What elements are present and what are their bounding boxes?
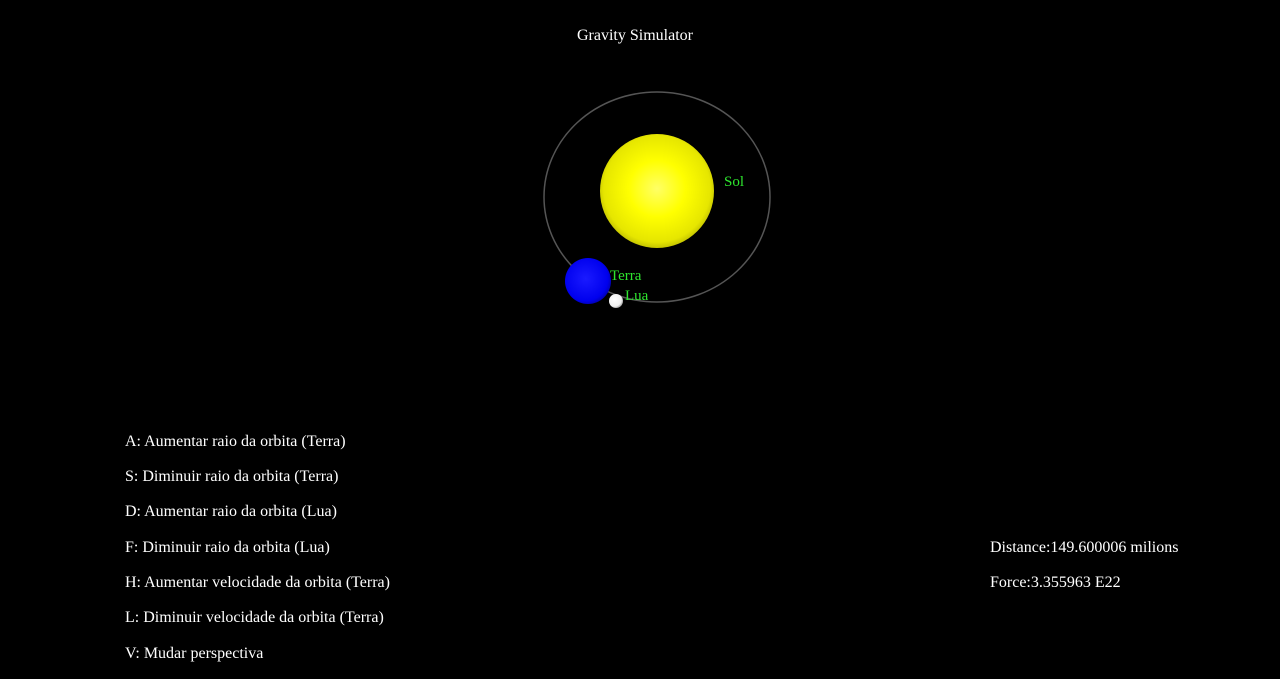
control-hint-d: D: Aumentar raio da orbita (Lua) — [125, 503, 337, 520]
simulator-canvas[interactable]: Gravity Simulator Sol Terra Lua A: Aumen… — [0, 0, 1280, 679]
control-hint-a: A: Aumentar raio da orbita (Terra) — [125, 433, 346, 450]
distance-readout: Distance:149.600006 milions — [990, 539, 1179, 556]
earth-sphere[interactable] — [565, 258, 611, 304]
control-hint-v: V: Mudar perspectiva — [125, 645, 264, 662]
moon-label: Lua — [625, 288, 649, 304]
control-hint-f: F: Diminuir raio da orbita (Lua) — [125, 539, 330, 556]
control-hint-h: H: Aumentar velocidade da orbita (Terra) — [125, 574, 390, 591]
force-readout: Force:3.355963 E22 — [990, 574, 1121, 591]
control-hint-s: S: Diminuir raio da orbita (Terra) — [125, 468, 339, 485]
earth-label: Terra — [610, 268, 642, 284]
moon-sphere[interactable] — [609, 294, 623, 308]
control-hint-l: L: Diminuir velocidade da orbita (Terra) — [125, 609, 384, 626]
sun-label: Sol — [724, 174, 745, 190]
sun-sphere[interactable] — [600, 134, 714, 248]
